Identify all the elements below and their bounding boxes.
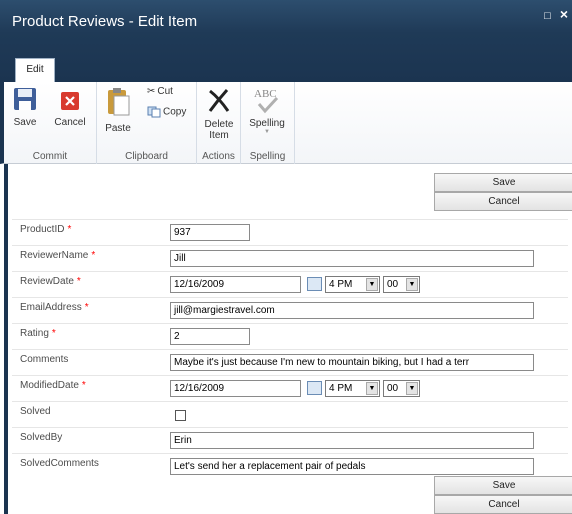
cancel-label: Cancel — [54, 117, 86, 128]
cut-button[interactable]: ✂ Cut — [147, 86, 173, 97]
dialog-title-bar: Product Reviews - Edit Item □ × Edit — [0, 0, 572, 82]
modifieddate-minute-select[interactable]: 00 ▼ — [383, 380, 420, 397]
row-rating: Rating * 2 — [12, 323, 568, 349]
actions-group-label: Actions — [202, 151, 235, 162]
dialog-title: Product Reviews - Edit Item — [12, 13, 198, 30]
close-icon[interactable]: × — [560, 6, 568, 22]
cancel-button[interactable]: Cancel — [52, 86, 88, 128]
solvedby-input[interactable]: Erin — [170, 432, 534, 449]
calendar-icon[interactable] — [307, 277, 322, 291]
window-controls: □ × — [538, 6, 568, 22]
chevron-down-icon: ▼ — [366, 382, 378, 395]
tab-edit[interactable]: Edit — [15, 58, 55, 82]
spelling-button[interactable]: ABC Spelling ▼ — [247, 86, 287, 135]
field-label: ReviewDate * — [20, 276, 81, 287]
copy-label: Copy — [163, 106, 187, 118]
delete-item-label: Delete Item — [204, 119, 234, 141]
reviewdate-hour-select[interactable]: 4 PM ▼ — [325, 276, 380, 293]
commit-group-label: Commit — [32, 151, 68, 162]
row-modifieddate: ModifiedDate * 12/16/2009 4 PM ▼ 00 ▼ — [12, 375, 568, 401]
clipboard-icon — [108, 88, 130, 116]
copy-icon — [147, 106, 161, 118]
field-label: Comments — [20, 354, 69, 365]
reviewdate-minute-select[interactable]: 00 ▼ — [383, 276, 420, 293]
field-label: Rating * — [20, 328, 56, 339]
field-label: ReviewerName * — [20, 250, 96, 261]
chevron-down-icon: ▼ — [264, 129, 270, 135]
cancel-button-top[interactable]: Cancel — [434, 192, 572, 211]
row-comments: Comments Maybe it's just because I'm new… — [12, 349, 568, 375]
delete-x-icon — [208, 88, 230, 112]
scissors-icon: ✂ — [147, 86, 156, 97]
solvedcomments-input[interactable]: Let's send her a replacement pair of ped… — [170, 458, 534, 475]
solved-checkbox[interactable] — [175, 410, 186, 421]
spell-check-icon: ABC — [247, 86, 287, 116]
rating-input[interactable]: 2 — [170, 328, 250, 345]
comments-input[interactable]: Maybe it's just because I'm new to mount… — [170, 354, 534, 371]
reviewdate-input[interactable]: 12/16/2009 — [170, 276, 301, 293]
spelling-group-label: Spelling — [249, 151, 286, 162]
spelling-label: Spelling — [249, 118, 285, 129]
reviewername-input[interactable]: Jill — [170, 250, 534, 267]
paste-label: Paste — [105, 123, 131, 134]
actions-group: Delete Item Actions — [197, 82, 241, 164]
row-solved: Solved — [12, 401, 568, 427]
row-reviewername: ReviewerName * Jill — [12, 245, 568, 271]
delete-item-button[interactable]: Delete Item — [201, 86, 237, 141]
modifieddate-input[interactable]: 12/16/2009 — [170, 380, 301, 397]
field-label: ProductID * — [20, 224, 72, 235]
chevron-down-icon: ▼ — [406, 382, 418, 395]
copy-button[interactable]: Copy — [147, 106, 186, 118]
save-button[interactable]: Save — [10, 86, 40, 128]
paste-button[interactable]: Paste — [103, 86, 133, 134]
field-label: EmailAddress * — [20, 302, 89, 313]
cancel-icon — [61, 92, 79, 110]
field-label: SolvedComments — [20, 458, 99, 469]
row-email: EmailAddress * jill@margiestravel.com — [12, 297, 568, 323]
field-label: ModifiedDate * — [20, 380, 86, 391]
row-productid: ProductID * 937 — [12, 219, 568, 245]
ribbon: Save Cancel Commit Paste ✂ Cut Copy Clip… — [0, 82, 572, 164]
productid-input[interactable]: 937 — [170, 224, 250, 241]
field-label: SolvedBy — [20, 432, 63, 443]
save-label: Save — [13, 117, 37, 128]
chevron-down-icon: ▼ — [366, 278, 378, 291]
clipboard-group: Paste ✂ Cut Copy Clipboard — [97, 82, 197, 164]
save-button-bottom[interactable]: Save — [434, 476, 572, 495]
calendar-icon[interactable] — [307, 381, 322, 395]
modifieddate-hour-select[interactable]: 4 PM ▼ — [325, 380, 380, 397]
row-reviewdate: ReviewDate * 12/16/2009 4 PM ▼ 00 ▼ — [12, 271, 568, 297]
cancel-button-bottom[interactable]: Cancel — [434, 495, 572, 514]
field-label: Solved — [20, 406, 51, 417]
floppy-disk-icon — [14, 88, 36, 110]
email-input[interactable]: jill@margiestravel.com — [170, 302, 534, 319]
edit-form: Save Cancel ProductID * 937 ReviewerName *… — [4, 164, 572, 514]
commit-group: Save Cancel Commit — [4, 82, 97, 164]
maximize-icon[interactable]: □ — [544, 10, 551, 22]
clipboard-group-label: Clipboard — [125, 151, 168, 162]
row-solvedby: SolvedBy Erin — [12, 427, 568, 453]
cut-label: Cut — [157, 86, 173, 98]
chevron-down-icon: ▼ — [406, 278, 418, 291]
spelling-group: ABC Spelling ▼ Spelling — [241, 82, 295, 164]
save-button-top[interactable]: Save — [434, 173, 572, 192]
